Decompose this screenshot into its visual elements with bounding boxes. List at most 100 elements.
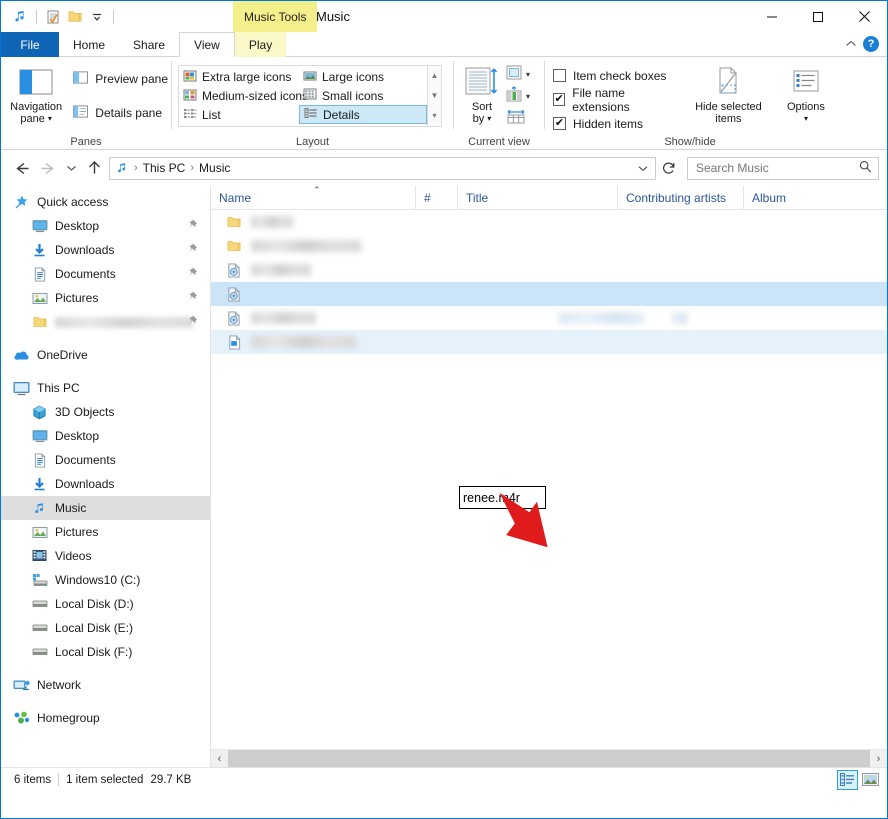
layout-small-icons-label: Small icons: [322, 88, 384, 103]
column-header-name[interactable]: ⌃ Name: [211, 186, 416, 209]
tab-home[interactable]: Home: [59, 32, 119, 57]
sidebar-item-downloads-pc[interactable]: Downloads: [1, 472, 210, 496]
music-note-icon[interactable]: [9, 6, 31, 28]
pin-icon[interactable]: [187, 267, 198, 281]
file-name-extensions-checkbox[interactable]: ✔ File name extensions: [553, 86, 678, 114]
chevron-down-icon[interactable]: [633, 161, 653, 175]
pin-icon[interactable]: [187, 315, 198, 329]
sidebar-item-homegroup[interactable]: Homegroup: [1, 706, 210, 730]
layout-details[interactable]: Details: [299, 105, 427, 124]
properties-icon[interactable]: [42, 6, 64, 28]
sidebar-item-pictures-qa[interactable]: Pictures: [1, 286, 210, 310]
layout-gallery-scroll[interactable]: ▲ ▼ ▾: [427, 66, 441, 126]
preview-pane-button[interactable]: Preview pane: [69, 67, 171, 91]
gallery-scroll-down-icon[interactable]: ▼: [431, 92, 439, 100]
layout-extra-large-icons[interactable]: Extra large icons: [179, 68, 299, 87]
sidebar-item-desktop-qa[interactable]: Desktop: [1, 214, 210, 238]
sidebar-item-this-pc[interactable]: This PC: [1, 376, 210, 400]
window-title: Music: [316, 9, 350, 24]
pin-icon[interactable]: [187, 291, 198, 305]
navigation-pane[interactable]: Quick access Desktop Downloads Documents…: [1, 186, 211, 767]
tab-file[interactable]: File: [1, 32, 59, 57]
layout-list[interactable]: List: [179, 105, 299, 124]
hidden-items-checkbox[interactable]: ✔ Hidden items: [553, 113, 678, 134]
layout-small-icons[interactable]: Small icons: [299, 87, 427, 106]
options-button[interactable]: Options ▾: [777, 63, 835, 125]
column-header-contributing-artists[interactable]: Contributing artists: [618, 186, 744, 209]
size-all-columns-button[interactable]: [505, 108, 530, 128]
column-header-title[interactable]: Title: [458, 186, 618, 209]
window-controls: [749, 1, 887, 32]
group-by-caret-icon[interactable]: ▾: [526, 70, 530, 79]
sidebar-item-documents-pc[interactable]: Documents: [1, 448, 210, 472]
search-box[interactable]: [687, 156, 879, 180]
breadcrumb-separator-1[interactable]: ›: [188, 162, 196, 174]
sidebar-item-3d-objects[interactable]: 3D Objects: [1, 400, 210, 424]
layout-large-icons[interactable]: Large icons: [299, 68, 427, 87]
table-row[interactable]: [211, 330, 887, 354]
search-icon[interactable]: [859, 160, 872, 176]
sidebar-item-desktop-pc[interactable]: Desktop: [1, 424, 210, 448]
table-row[interactable]: [211, 306, 887, 330]
minimize-button[interactable]: [749, 1, 795, 32]
pin-icon[interactable]: [187, 219, 198, 233]
layout-medium-icons[interactable]: Medium-sized icons: [179, 87, 308, 106]
customize-qat-chevron-icon[interactable]: [86, 6, 108, 28]
close-button[interactable]: [841, 1, 887, 32]
column-header-track-number[interactable]: #: [416, 186, 458, 209]
group-by-button[interactable]: ▾: [505, 64, 530, 84]
tab-view[interactable]: View: [179, 32, 235, 57]
details-view-button[interactable]: [837, 769, 858, 790]
scroll-right-button[interactable]: ›: [870, 750, 887, 767]
sidebar-item-windows10-c[interactable]: Windows10 (C:): [1, 568, 210, 592]
add-columns-button[interactable]: ▾: [505, 86, 530, 106]
sidebar-item-redacted-qa[interactable]: [1, 310, 210, 334]
horizontal-scrollbar[interactable]: ‹ ›: [211, 749, 887, 767]
navigation-pane-button[interactable]: Navigation pane ▾: [7, 63, 65, 125]
scrollbar-thumb[interactable]: [228, 750, 870, 767]
table-row[interactable]: [211, 234, 887, 258]
search-input[interactable]: [694, 160, 859, 176]
sidebar-item-documents-qa[interactable]: Documents: [1, 262, 210, 286]
breadcrumb[interactable]: › This PC › Music: [109, 156, 656, 180]
sidebar-item-onedrive[interactable]: OneDrive: [1, 343, 210, 367]
recent-locations-chevron-icon[interactable]: [63, 156, 79, 180]
sidebar-item-videos[interactable]: Videos: [1, 544, 210, 568]
help-icon[interactable]: ?: [863, 36, 879, 52]
sidebar-item-network[interactable]: Network: [1, 673, 210, 697]
breadcrumb-item-this-pc[interactable]: This PC: [143, 161, 186, 175]
sidebar-item-local-disk-d[interactable]: Local Disk (D:): [1, 592, 210, 616]
sidebar-item-local-disk-f[interactable]: Local Disk (F:): [1, 640, 210, 664]
table-row-selected[interactable]: [211, 282, 887, 306]
refresh-icon[interactable]: [659, 156, 679, 180]
details-pane-button[interactable]: Details pane: [69, 101, 171, 125]
chevron-up-icon[interactable]: [845, 37, 857, 51]
pin-icon[interactable]: [187, 243, 198, 257]
back-arrow-icon[interactable]: [9, 156, 33, 180]
sidebar-item-downloads-qa[interactable]: Downloads: [1, 238, 210, 262]
rename-input[interactable]: renee.m4r: [459, 486, 546, 509]
sidebar-item-music[interactable]: Music: [1, 496, 210, 520]
table-row[interactable]: [211, 210, 887, 234]
sidebar-item-pictures-pc[interactable]: Pictures: [1, 520, 210, 544]
sort-by-button[interactable]: Sort by ▾: [459, 63, 505, 125]
up-arrow-icon[interactable]: [82, 156, 106, 180]
sidebar-item-quick-access[interactable]: Quick access: [1, 190, 210, 214]
breadcrumb-item-music[interactable]: Music: [199, 161, 230, 175]
scroll-left-button[interactable]: ‹: [211, 750, 228, 767]
hide-selected-items-button[interactable]: Hide selected items: [692, 63, 765, 125]
table-row[interactable]: [211, 258, 887, 282]
file-list[interactable]: renee.m4r: [211, 210, 887, 749]
item-check-boxes-checkbox[interactable]: Item check boxes: [553, 65, 678, 86]
column-header-album[interactable]: Album: [744, 186, 884, 209]
tab-play[interactable]: Play: [234, 32, 287, 57]
sidebar-item-local-disk-e[interactable]: Local Disk (E:): [1, 616, 210, 640]
gallery-scroll-up-icon[interactable]: ▲: [431, 72, 439, 80]
tab-share[interactable]: Share: [119, 32, 179, 57]
breadcrumb-separator-0[interactable]: ›: [132, 162, 140, 174]
maximize-button[interactable]: [795, 1, 841, 32]
large-icons-view-button[interactable]: [860, 770, 881, 790]
add-columns-caret-icon[interactable]: ▾: [526, 92, 530, 101]
gallery-expand-icon[interactable]: ▾: [432, 112, 436, 120]
new-folder-icon[interactable]: [64, 6, 86, 28]
